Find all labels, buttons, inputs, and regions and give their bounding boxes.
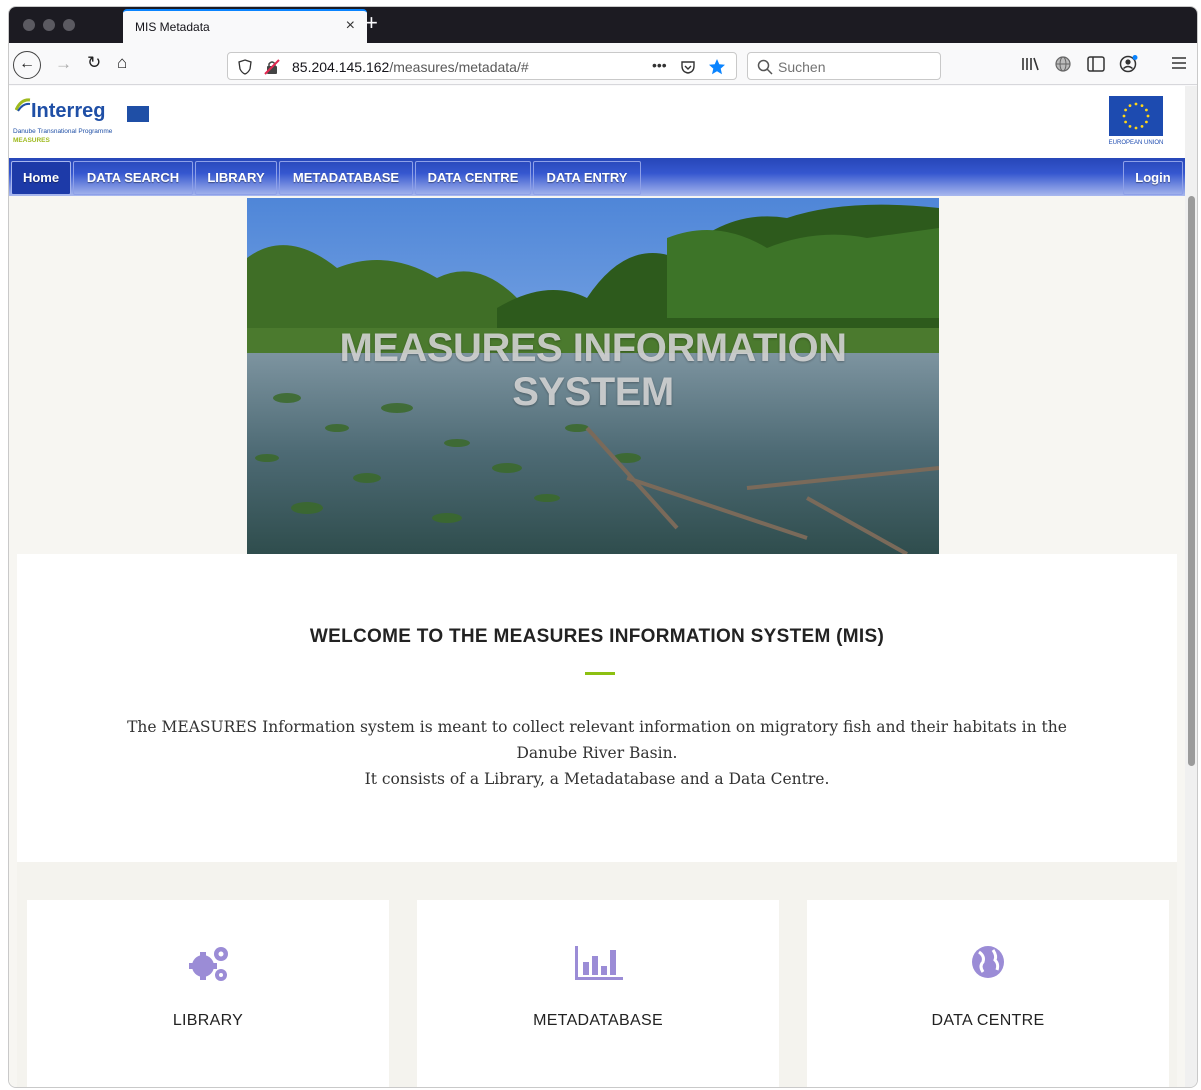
eu-stars-icon — [1122, 102, 1150, 130]
tab-close-icon[interactable]: × — [346, 17, 355, 35]
search-bar[interactable]: Suchen — [747, 52, 941, 80]
hero-title: MEASURES INFORMATION SYSTEM — [247, 326, 939, 414]
active-tab[interactable]: MIS Metadata × — [123, 9, 367, 43]
logo-wordmark: Interreg — [31, 100, 106, 122]
pocket-icon[interactable] — [680, 59, 696, 75]
hero-title-line2: SYSTEM — [512, 370, 674, 414]
page-viewport: Interreg Danube Transnational Programme … — [9, 86, 1185, 1087]
eu-label: EUROPEAN UNION — [1108, 140, 1164, 146]
logo-project: MEASURES — [13, 137, 50, 144]
url-host: 85.204.145.162 — [292, 59, 390, 75]
menu-data-centre[interactable]: DATA CENTRE — [415, 161, 531, 195]
menu-home[interactable]: Home — [11, 161, 71, 195]
nav-toolbar: ← → ↻ ⌂ 85.204.145.162/measures/metadata… — [9, 43, 1197, 85]
sidebar-icon[interactable] — [1087, 56, 1105, 72]
account-icon[interactable] — [1119, 54, 1139, 74]
page-actions-icon[interactable]: ••• — [652, 57, 667, 73]
globe-icon — [972, 946, 1004, 978]
search-icon — [757, 59, 773, 75]
welcome-line1: The MEASURES Information system is meant… — [127, 718, 1067, 736]
forward-arrow-icon[interactable]: → — [55, 54, 72, 74]
interreg-logo[interactable]: Interreg Danube Transnational Programme … — [13, 98, 173, 150]
menu-data-entry[interactable]: DATA ENTRY — [533, 161, 641, 195]
welcome-text: The MEASURES Information system is meant… — [17, 714, 1177, 792]
reload-icon[interactable]: ↻ — [87, 53, 101, 73]
hamburger-menu-icon[interactable] — [1171, 56, 1187, 70]
url-text: 85.204.145.162/measures/metadata/# — [292, 59, 529, 75]
url-bar[interactable]: 85.204.145.162/measures/metadata/# ••• — [227, 52, 737, 80]
menu-data-search[interactable]: DATA SEARCH — [73, 161, 193, 195]
back-arrow-icon[interactable]: ← — [13, 51, 41, 79]
window-minimize-dot[interactable] — [43, 19, 55, 31]
extension-globe-icon[interactable] — [1054, 55, 1072, 73]
feature-cards: LIBRARY METADATABASE DATA CENTRE — [17, 862, 1177, 1087]
window-zoom-dot[interactable] — [63, 19, 75, 31]
card-metadatabase[interactable]: METADATABASE — [417, 900, 779, 1087]
main-menu: Home DATA SEARCH LIBRARY METADATABASE DA… — [9, 158, 1185, 196]
card-library[interactable]: LIBRARY — [27, 900, 389, 1087]
interreg-swoosh-icon — [15, 98, 31, 112]
hero-banner: MEASURES INFORMATION SYSTEM — [247, 198, 939, 554]
library-icon[interactable] — [1021, 56, 1039, 72]
welcome-divider — [585, 672, 615, 675]
shield-icon[interactable] — [238, 59, 252, 75]
tab-title: MIS Metadata — [135, 20, 210, 34]
bar-chart-icon — [575, 946, 623, 980]
menu-metadatabase[interactable]: METADATABASE — [279, 161, 413, 195]
site-header: Interreg Danube Transnational Programme … — [9, 86, 1185, 158]
logo-subtitle: Danube Transnational Programme — [13, 128, 113, 135]
scrollbar-thumb[interactable] — [1188, 196, 1195, 766]
card-library-label: LIBRARY — [172, 1012, 244, 1029]
home-icon[interactable]: ⌂ — [117, 53, 127, 73]
tab-strip: MIS Metadata × + — [9, 7, 1197, 43]
url-path: /measures/metadata/# — [389, 59, 529, 75]
logo-eu-flag — [127, 106, 149, 122]
bookmark-star-icon[interactable] — [708, 58, 726, 76]
welcome-title: WELCOME TO THE MEASURES INFORMATION SYST… — [309, 626, 885, 647]
card-data-centre[interactable]: DATA CENTRE — [807, 900, 1169, 1087]
eu-logo: EUROPEAN UNION — [1105, 96, 1167, 150]
menu-library[interactable]: LIBRARY — [195, 161, 277, 195]
page-scrollbar[interactable] — [1185, 86, 1197, 1087]
login-button[interactable]: Login — [1123, 161, 1183, 195]
welcome-section: WELCOME TO THE MEASURES INFORMATION SYST… — [17, 554, 1177, 862]
hero-title-line1: MEASURES INFORMATION — [339, 326, 847, 370]
eu-flag — [1109, 96, 1163, 136]
insecure-lock-icon[interactable] — [264, 59, 280, 75]
gears-icon — [189, 947, 228, 981]
card-data-centre-label: DATA CENTRE — [931, 1012, 1045, 1029]
new-tab-icon[interactable]: + — [365, 11, 378, 35]
welcome-line2: Danube River Basin. — [516, 744, 678, 762]
browser-window: MIS Metadata × + ← → ↻ ⌂ 85.204.145.162/… — [8, 6, 1198, 1088]
window-close-dot[interactable] — [23, 19, 35, 31]
search-input[interactable]: Suchen — [778, 59, 825, 75]
welcome-line3: It consists of a Library, a Metadatabase… — [364, 770, 830, 788]
card-metadatabase-label: METADATABASE — [533, 1012, 663, 1029]
